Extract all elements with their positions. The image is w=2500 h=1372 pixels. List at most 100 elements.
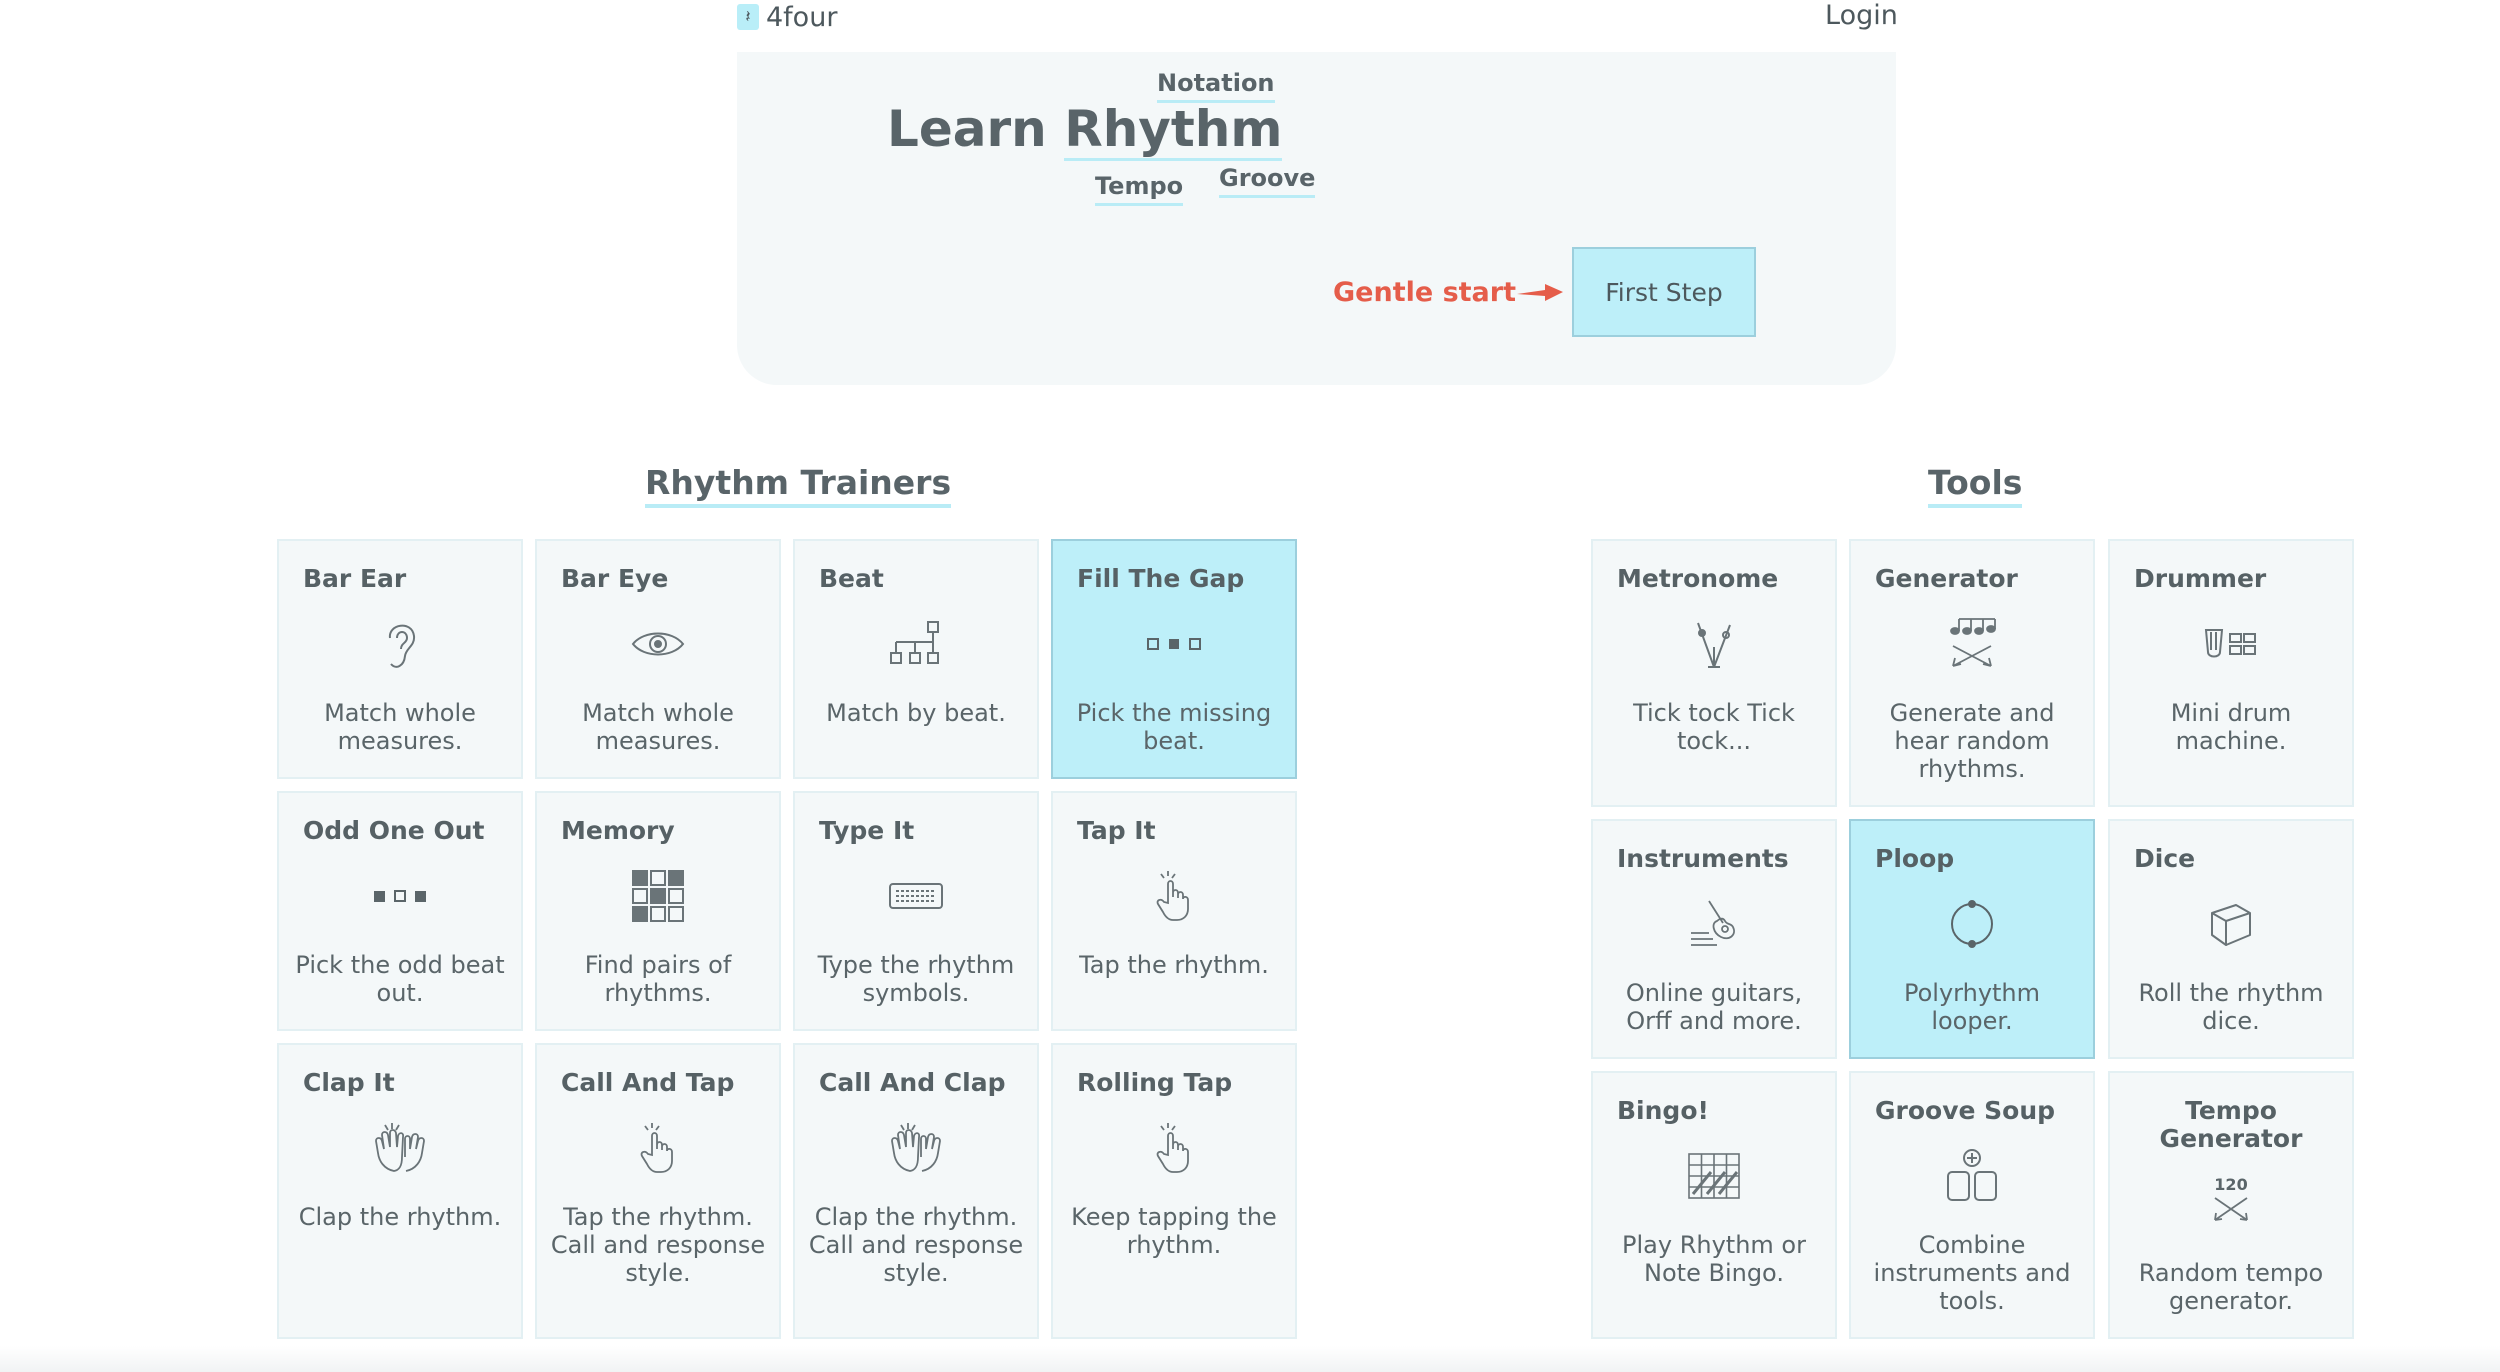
card-title: Odd One Out — [303, 816, 485, 845]
card-title: Call And Clap — [819, 1068, 1006, 1097]
beat-tree-icon — [795, 617, 1037, 671]
card-title: Fill The Gap — [1077, 564, 1245, 593]
drum-machine-icon — [2110, 617, 2352, 671]
card-desc: Polyrhythm looper. — [1903, 979, 2041, 1035]
card-title: Call And Tap — [561, 1068, 735, 1097]
bingo-card-icon — [1593, 1149, 1835, 1203]
loop-circle-icon — [1851, 897, 2093, 951]
groove-soup-icon — [1851, 1149, 2093, 1203]
trainer-card-fill-the-gap[interactable]: Fill The Gap Pick the missing beat. — [1051, 539, 1297, 779]
tool-card-groove-soup[interactable]: Groove Soup Combine instruments and tool… — [1849, 1071, 2095, 1339]
odd-squares-icon — [279, 869, 521, 923]
tempo-value: 120 — [2214, 1175, 2248, 1194]
card-desc: Keep tapping the rhythm. — [1071, 1203, 1277, 1259]
card-title: Tap It — [1077, 816, 1156, 845]
card-title: Groove Soup — [1875, 1096, 2056, 1125]
card-desc: Tap the rhythm. Call and response style. — [550, 1203, 766, 1287]
card-title: Ploop — [1875, 844, 1955, 873]
first-step-button[interactable]: First Step — [1572, 247, 1756, 337]
hero-panel: Notation Learn Rhythm Tempo Groove Gentl… — [737, 52, 1896, 385]
bottom-shade — [0, 1346, 2500, 1372]
hero-word-notation: Notation — [1157, 69, 1275, 103]
card-desc: Roll the rhythm dice. — [2138, 979, 2324, 1035]
card-desc: Clap the rhythm. Call and response style… — [808, 1203, 1024, 1287]
hero-word-tempo: Tempo — [1095, 172, 1184, 206]
card-desc: Type the rhythm symbols. — [817, 951, 1015, 1007]
generator-icon — [1851, 617, 2093, 671]
rhythm-trainers-heading: Rhythm Trainers — [645, 463, 952, 508]
card-title: Drummer — [2134, 564, 2267, 593]
hero-title-prefix: Learn — [887, 100, 1047, 158]
card-title: Instruments — [1617, 844, 1789, 873]
trainer-card-call-and-tap[interactable]: Call And Tap Tap the rhythm. Call and re… — [535, 1043, 781, 1339]
ear-icon — [279, 617, 521, 671]
tempo-generator-icon: 120 — [2110, 1173, 2352, 1227]
card-desc: Generate and hear random rhythms. — [1889, 699, 2055, 783]
gentle-start-label: Gentle start — [1333, 277, 1516, 308]
memory-grid-icon — [537, 869, 779, 923]
card-title: Bar Eye — [561, 564, 669, 593]
card-desc: Tick tock Tick tock... — [1633, 699, 1795, 755]
tool-card-drummer[interactable]: Drummer Mini drum machine. — [2108, 539, 2354, 807]
login-link[interactable]: Login — [1825, 0, 1898, 31]
trainer-card-call-and-clap[interactable]: Call And Clap Clap the rhythm. Call and … — [793, 1043, 1039, 1339]
card-title: Beat — [819, 564, 884, 593]
trainer-card-type-it[interactable]: Type It Type the rhythm symbols. — [793, 791, 1039, 1031]
gap-squares-icon — [1053, 617, 1295, 671]
card-desc: Pick the odd beat out. — [295, 951, 505, 1007]
tool-card-ploop[interactable]: Ploop Polyrhythm looper. — [1849, 819, 2095, 1059]
card-desc: Play Rhythm or Note Bingo. — [1622, 1231, 1806, 1287]
card-desc: Mini drum machine. — [2170, 699, 2292, 755]
clap-hands-icon — [795, 1121, 1037, 1175]
hero-title: Learn Rhythm — [887, 100, 1283, 161]
tool-card-tempo-generator[interactable]: Tempo Generator 120 Random tempo generat… — [2108, 1071, 2354, 1339]
card-title: Type It — [819, 816, 915, 845]
tap-hand-icon — [537, 1121, 779, 1175]
hero-word-groove: Groove — [1219, 164, 1316, 198]
tap-hand-icon — [1053, 1121, 1295, 1175]
brand-name: 4four — [766, 1, 838, 33]
card-desc: Random tempo generator. — [2138, 1259, 2324, 1315]
tool-card-generator[interactable]: Generator Generate and hear random rhyth… — [1849, 539, 2095, 807]
dice-icon — [2110, 897, 2352, 951]
card-title: Dice — [2134, 844, 2196, 873]
card-desc: Match whole measures. — [582, 699, 734, 755]
card-title: Metronome — [1617, 564, 1779, 593]
card-title: Tempo Generator — [2159, 1096, 2303, 1153]
card-desc: Clap the rhythm. — [298, 1203, 502, 1231]
card-title: Generator — [1875, 564, 2018, 593]
trainer-card-bar-eye[interactable]: Bar Eye Match whole measures. — [535, 539, 781, 779]
card-desc: Tap the rhythm. — [1079, 951, 1269, 979]
metronome-icon — [1593, 617, 1835, 671]
card-title: Rolling Tap — [1077, 1068, 1233, 1097]
trainer-card-odd-one-out[interactable]: Odd One Out Pick the odd beat out. — [277, 791, 523, 1031]
card-desc: Combine instruments and tools. — [1873, 1231, 2071, 1315]
card-title: Memory — [561, 816, 675, 845]
card-desc: Find pairs of rhythms. — [584, 951, 732, 1007]
tool-card-dice[interactable]: Dice Roll the rhythm dice. — [2108, 819, 2354, 1059]
hero-title-word: Rhythm — [1064, 100, 1283, 161]
clap-hands-icon — [279, 1121, 521, 1175]
tool-card-metronome[interactable]: Metronome Tick tock Tick tock... — [1591, 539, 1837, 807]
brand[interactable]: 𝄽 4four — [737, 1, 838, 33]
trainer-card-tap-it[interactable]: Tap It Tap the rhythm. — [1051, 791, 1297, 1031]
card-title: Bar Ear — [303, 564, 407, 593]
keyboard-icon — [795, 869, 1037, 923]
rest-logo-icon: 𝄽 — [737, 4, 759, 30]
card-title: Bingo! — [1617, 1096, 1709, 1125]
tap-hand-icon — [1053, 869, 1295, 923]
tool-card-bingo[interactable]: Bingo! Play Rhythm or Note Bingo. — [1591, 1071, 1837, 1339]
trainer-card-clap-it[interactable]: Clap It Clap the rhythm. — [277, 1043, 523, 1339]
trainer-card-beat[interactable]: Beat Match by beat. — [793, 539, 1039, 779]
card-title: Clap It — [303, 1068, 395, 1097]
card-desc: Pick the missing beat. — [1076, 699, 1272, 755]
guitar-icon — [1593, 897, 1835, 951]
card-desc: Online guitars, Orff and more. — [1625, 979, 1803, 1035]
trainer-card-rolling-tap[interactable]: Rolling Tap Keep tapping the rhythm. — [1051, 1043, 1297, 1339]
tool-card-instruments[interactable]: Instruments Online guitars, Orff and mor… — [1591, 819, 1837, 1059]
trainer-card-memory[interactable]: Memory Find pairs of rhythms. — [535, 791, 781, 1031]
card-desc: Match by beat. — [826, 699, 1006, 727]
trainer-card-bar-ear[interactable]: Bar Ear Match whole measures. — [277, 539, 523, 779]
arrow-right-icon — [1517, 284, 1563, 301]
eye-icon — [537, 617, 779, 671]
